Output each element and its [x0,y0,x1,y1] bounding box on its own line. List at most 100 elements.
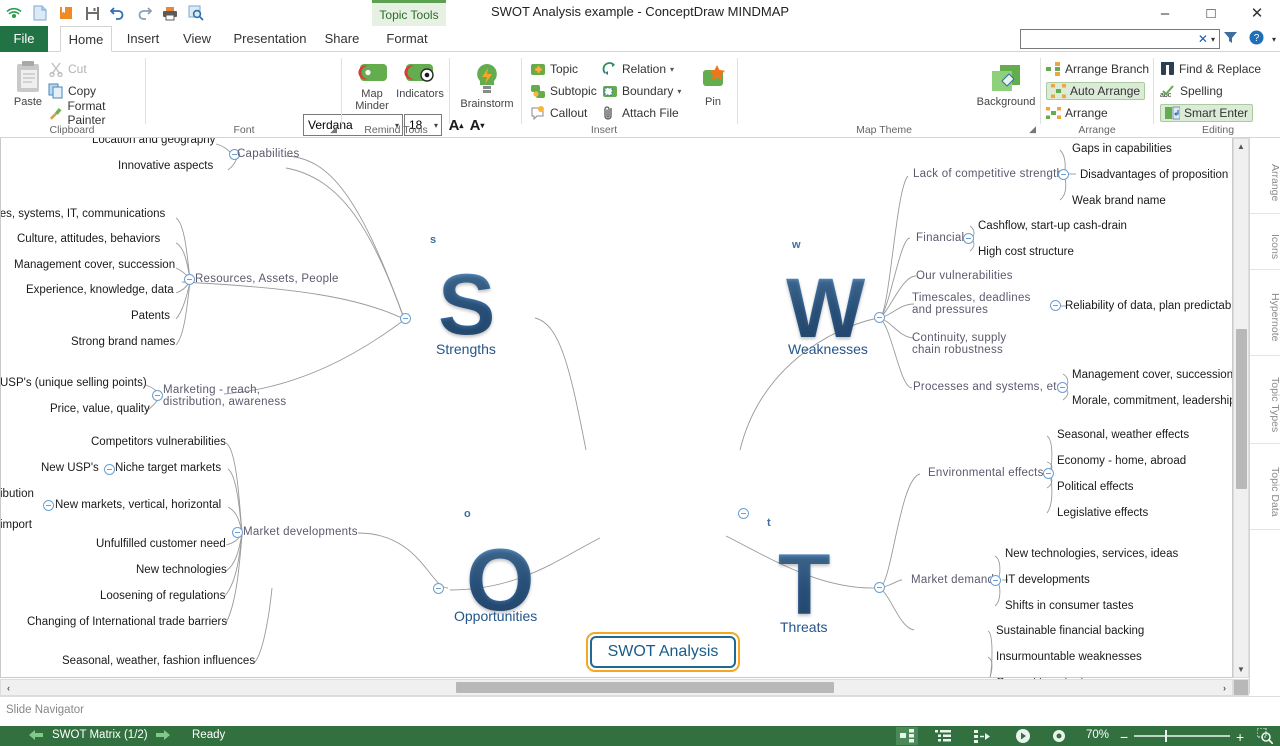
scroll-left-icon[interactable]: ‹ [1,680,16,695]
node-environmental-effects[interactable]: Environmental effects [928,467,1044,479]
scroll-right-icon[interactable]: › [1217,680,1232,695]
search-input[interactable] [1021,32,1195,46]
arrange-branch-button[interactable]: Arrange Branch [1046,60,1149,78]
node-high-cost-structure[interactable]: High cost structure [978,246,1074,258]
pin-button[interactable]: Pin [690,62,736,108]
collapse-processes-icon[interactable] [1057,382,1068,393]
settings-view-icon[interactable] [1048,727,1070,745]
zoom-slider-handle[interactable] [1165,730,1167,742]
node-experience-knowledge-data[interactable]: Experience, knowledge, data [26,284,174,296]
spelling-button[interactable]: abc Spelling [1160,82,1223,100]
zoom-level-label[interactable]: 70% [1086,729,1109,741]
next-slide-button[interactable] [155,729,171,741]
node-capabilities[interactable]: Capabilities [237,148,299,160]
node-price-value-quality[interactable]: Price, value, quality [50,403,150,415]
node-timescales-deadlines-pressures[interactable]: Timescales, deadlines and pressures [912,292,1048,316]
node-strong-brand-names[interactable]: Strong brand names [71,336,175,348]
horizontal-scroll-thumb[interactable] [456,682,834,693]
weaknesses-small-letter[interactable]: w [792,239,801,251]
background-button[interactable]: Background [971,62,1041,108]
strengths-caption[interactable]: Strengths [436,341,496,357]
node-morale-commitment-leadership[interactable]: Morale, commitment, leadership [1072,395,1236,407]
tab-format[interactable]: Format [378,26,436,52]
node-usps-unique-selling-points[interactable]: USP's (unique selling points) [0,377,147,389]
tab-insert[interactable]: Insert [118,26,168,52]
node-loosening-of-regulations[interactable]: Loosening of regulations [100,590,225,602]
node-processes-systems-it[interactable]: ses, systems, IT, communications [0,208,165,220]
smart-enter-button[interactable]: Smart Enter [1160,104,1253,122]
node-market-demand[interactable]: Market demand [911,574,994,586]
insert-topic-button[interactable]: Topic [530,60,578,78]
node-disadvantages-of-proposition[interactable]: Disadvantages of proposition [1080,169,1228,181]
minimize-button[interactable]: – [1142,0,1188,26]
collapse-weaknesses-icon[interactable] [874,312,885,323]
collapse-environmental-effects-icon[interactable] [1043,468,1054,479]
collapse-niche-target-markets-icon[interactable] [104,464,115,475]
outline-view-icon[interactable] [932,727,954,745]
brainstorm-button[interactable]: Brainstorm [458,62,516,110]
indicators-button[interactable]: Indicators [394,60,446,100]
node-shifts-in-consumer-tastes[interactable]: Shifts in consumer tastes [1005,600,1133,612]
collapse-marketing-icon[interactable] [152,390,163,401]
node-patents[interactable]: Patents [131,310,170,322]
collapse-strengths-icon[interactable] [400,313,411,324]
insert-subtopic-button[interactable]: Subtopic [530,82,597,100]
node-weak-brand-name[interactable]: Weak brand name [1072,195,1166,207]
scroll-up-icon[interactable]: ▲ [1234,139,1248,154]
map-minder-button[interactable]: Map Minder [350,60,394,112]
node-cashflow-startup-cash-drain[interactable]: Cashflow, start-up cash-drain [978,220,1127,232]
attach-file-button[interactable]: Attach File [602,104,679,122]
collapse-opportunities-icon[interactable] [433,583,444,594]
weaknesses-caption[interactable]: Weaknesses [788,341,868,357]
side-tab-icons[interactable]: Icons [1250,218,1280,270]
node-competitors-vulnerabilities[interactable]: Competitors vulnerabilities [91,436,226,448]
node-new-technologies[interactable]: New technologies [136,564,227,576]
font-dialog-launcher[interactable]: ◢ [330,124,337,135]
node-legislative-effects[interactable]: Legislative effects [1057,507,1148,519]
node-new-markets-vertical-horizontal[interactable]: New markets, vertical, horizontal [55,499,221,511]
node-management-cover-succession-w[interactable]: Management cover, succession [1072,369,1233,381]
collapse-new-markets-icon[interactable] [43,500,54,511]
collapse-financials-icon[interactable] [963,233,974,244]
insert-boundary-button[interactable]: Boundary ▾ [602,82,681,100]
zoom-in-button[interactable]: + [1236,729,1244,745]
paste-button[interactable]: Paste [6,60,50,108]
node-new-technologies-services-ideas[interactable]: New technologies, services, ideas [1005,548,1178,560]
branch-view-icon[interactable] [972,727,994,745]
insert-relation-button[interactable]: Relation ▾ [602,60,674,78]
node-management-cover-succession-s[interactable]: Management cover, succession [14,259,175,271]
node-culture-attitudes-behaviors[interactable]: Culture, attitudes, behaviors [17,233,160,245]
node-innovative-aspects[interactable]: Innovative aspects [118,160,213,172]
zoom-slider[interactable] [1134,735,1230,737]
node-marketing-reach-distribution[interactable]: Marketing - reach, distribution, awarene… [163,384,323,408]
threats-small-letter[interactable]: t [767,517,771,529]
tab-share[interactable]: Share [318,26,366,52]
map-theme-dialog-launcher[interactable]: ◢ [1029,124,1036,135]
cut-button[interactable]: Cut [48,60,87,78]
node-seasonal-weather-fashion-influences[interactable]: Seasonal, weather, fashion influences [62,655,255,667]
slide-navigator-panel[interactable]: Slide Navigator [0,696,1280,726]
node-insurmountable-weaknesses[interactable]: Insurmountable weaknesses [996,651,1142,663]
opportunities-caption[interactable]: Opportunities [454,608,537,624]
help-dropdown-icon[interactable]: ▾ [1272,35,1276,44]
find-replace-button[interactable]: Find & Replace [1160,60,1261,78]
boundary-dropdown-icon[interactable]: ▾ [677,87,681,96]
tab-presentation[interactable]: Presentation [226,26,314,52]
vertical-scroll-thumb[interactable] [1236,329,1247,489]
prev-slide-button[interactable] [28,729,44,741]
side-tab-topic-types[interactable]: Topic Types [1250,360,1280,444]
node-niche-target-markets[interactable]: Niche target markets [115,462,221,474]
canvas-vertical-scrollbar[interactable]: ▲ ▼ [1233,138,1249,678]
relation-dropdown-icon[interactable]: ▾ [670,65,674,74]
node-our-vulnerabilities[interactable]: Our vulnerabilities [916,270,1013,282]
maximize-button[interactable]: □ [1188,0,1234,26]
node-import-fragment[interactable]: import [0,519,32,531]
collapse-market-developments-icon[interactable] [232,527,243,538]
node-unfulfilled-customer-need[interactable]: Unfulfilled customer need [96,538,226,550]
opportunities-small-letter[interactable]: o [464,508,471,520]
zoom-out-button[interactable]: − [1120,729,1128,745]
side-tab-arrange[interactable]: Arrange [1250,146,1280,214]
collapse-timescales-icon[interactable] [1050,300,1061,311]
mindmap-canvas[interactable]: Location and geography Innovative aspect… [0,138,1280,694]
auto-arrange-button[interactable]: Auto Arrange [1046,82,1145,100]
